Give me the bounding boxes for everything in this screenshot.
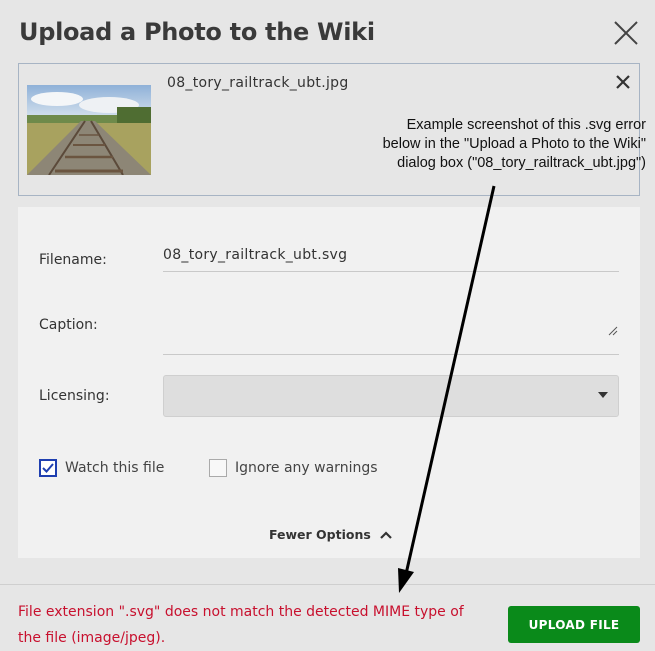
fewer-options-label: Fewer Options (269, 527, 371, 542)
filename-label: Filename: (39, 252, 107, 268)
ignore-warnings-checkbox-row[interactable]: Ignore any warnings (209, 459, 378, 477)
chevron-up-icon (380, 530, 392, 539)
file-name: 08_tory_railtrack_ubt.jpg (167, 75, 349, 91)
dialog-title: Upload a Photo to the Wiki (19, 18, 375, 46)
annotation-line: below in the "Upload a Photo to the Wiki… (382, 136, 646, 152)
watch-file-label: Watch this file (65, 460, 165, 476)
footer-divider (0, 584, 655, 585)
filename-underline (163, 271, 619, 272)
filename-input[interactable]: 08_tory_railtrack_ubt.svg (163, 247, 347, 263)
resize-grip-icon[interactable] (608, 326, 618, 336)
caret-down-icon (598, 392, 608, 398)
licensing-label: Licensing: (39, 388, 110, 404)
licensing-select[interactable] (163, 375, 619, 417)
remove-file-button[interactable] (615, 74, 631, 90)
annotation-line: Example screenshot of this .svg error (406, 117, 646, 133)
caption-input[interactable] (163, 335, 619, 355)
error-message: File extension ".svg" does not match the… (18, 604, 464, 646)
close-icon (616, 75, 630, 89)
ignore-warnings-checkbox[interactable] (209, 459, 227, 477)
checkmark-icon (42, 463, 54, 473)
close-icon (614, 21, 638, 45)
watch-file-checkbox[interactable] (39, 459, 57, 477)
railtrack-photo-thumbnail (27, 85, 151, 175)
fewer-options-toggle[interactable]: Fewer Options (269, 527, 393, 542)
close-dialog-button[interactable] (610, 17, 642, 49)
upload-form: Filename: 08_tory_railtrack_ubt.svg Capt… (18, 207, 640, 558)
arrow-head-icon (398, 568, 414, 593)
upload-file-button[interactable]: UPLOAD FILE (508, 606, 640, 643)
watch-file-checkbox-row[interactable]: Watch this file (39, 459, 164, 477)
annotation-line: dialog box ("08_tory_railtrack_ubt.jpg") (397, 155, 646, 171)
caption-label: Caption: (39, 317, 98, 333)
annotation-text: Example screenshot of this .svg error be… (320, 116, 646, 173)
ignore-warnings-label: Ignore any warnings (235, 460, 378, 476)
